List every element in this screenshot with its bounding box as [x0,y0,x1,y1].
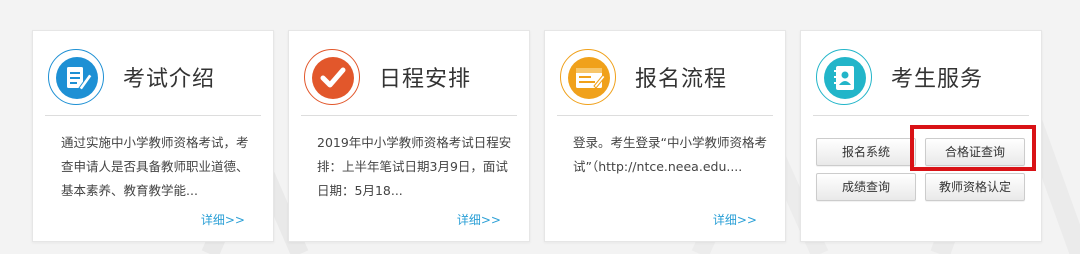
divider [301,115,517,116]
card-title: 考试介绍 [123,67,216,92]
registration-system-button[interactable]: 报名系统 [816,138,916,166]
card-title: 日程安排 [379,67,472,92]
card-description: 登录。考生登录“中小学教师资格考试”（http://ntce.neea.edu.… [573,135,767,174]
card-header: 报名流程 [545,31,785,115]
card-description: 2019年中小学教师资格考试日程安排：上半年笔试日期3月9日，面试日期：5月18… [317,135,512,198]
document-edit-icon [48,49,104,105]
card-candidate-services: 考生服务 [800,30,1042,242]
card-header: 考生服务 [801,31,1041,115]
card-registration-process: 报名流程 登录。考生登录“中小学教师资格考试”（http://ntce.neea… [544,30,786,242]
checkmark-icon [304,49,360,105]
certificate-query-button[interactable]: 合格证查询 [925,138,1025,166]
divider [45,115,261,116]
card-exam-intro: 考试介绍 通过实施中小学教师资格考试，考查申请人是否具备教师职业道德、基本素养、… [32,30,274,242]
more-link[interactable]: 详细>> [201,211,245,228]
card-title: 报名流程 [635,67,728,92]
teacher-qualification-button[interactable]: 教师资格认定 [925,173,1025,201]
form-icon [560,49,616,105]
card-header: 日程安排 [289,31,529,115]
score-query-button[interactable]: 成绩查询 [816,173,916,201]
divider [813,115,1029,116]
contact-book-icon [816,49,872,105]
more-link[interactable]: 详细>> [457,211,501,228]
card-title: 考生服务 [891,67,984,92]
more-link[interactable]: 详细>> [713,211,757,228]
card-schedule: 日程安排 2019年中小学教师资格考试日程安排：上半年笔试日期3月9日，面试日期… [288,30,530,242]
card-description: 通过实施中小学教师资格考试，考查申请人是否具备教师职业道德、基本素养、教育教学能… [61,135,249,198]
divider [557,115,773,116]
card-header: 考试介绍 [33,31,273,115]
